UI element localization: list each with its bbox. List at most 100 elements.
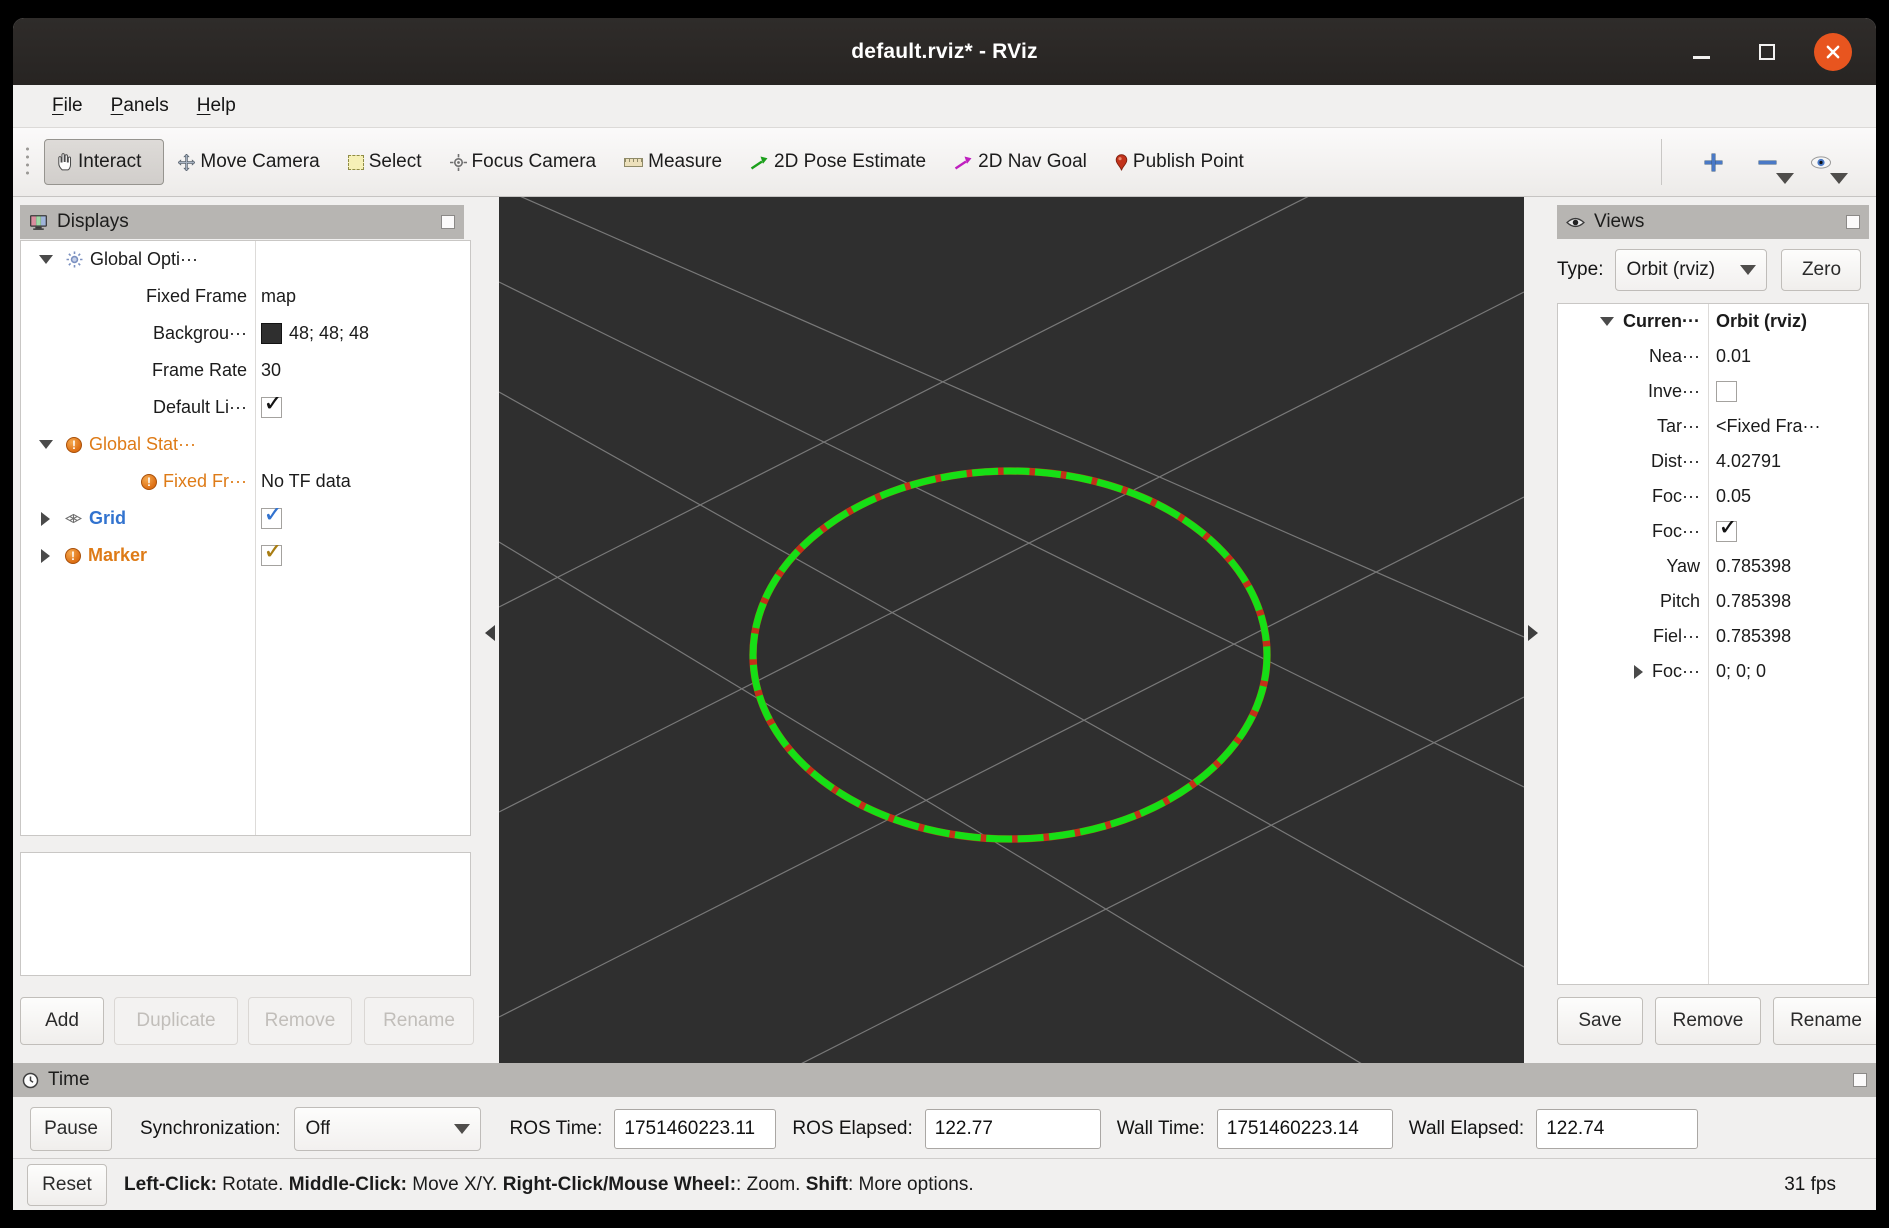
color-swatch[interactable] <box>261 323 282 344</box>
toolbar-drag-handle[interactable] <box>25 145 30 179</box>
remove-view-button[interactable]: Remove <box>1655 997 1761 1045</box>
view-row-focal-point[interactable]: Foc··· 0; 0; 0 <box>1558 654 1868 689</box>
row-label: Nea··· <box>1649 346 1700 367</box>
row-value[interactable]: 0; 0; 0 <box>1716 661 1766 682</box>
row-value[interactable]: 48; 48; 48 <box>289 323 369 344</box>
left-splitter[interactable] <box>471 197 499 1063</box>
row-value[interactable]: 0.785398 <box>1716 556 1791 577</box>
panel-float-box[interactable] <box>1846 215 1860 229</box>
view-row-current[interactable]: Curren··· Orbit (rviz) <box>1558 304 1868 339</box>
maximize-button[interactable] <box>1748 33 1786 71</box>
menu-panels[interactable]: Panels <box>100 91 180 121</box>
row-value[interactable]: 0.785398 <box>1716 626 1791 647</box>
tool-select[interactable]: Select <box>344 139 446 185</box>
collapse-arrow-icon[interactable] <box>41 512 50 526</box>
rename-button[interactable]: Rename <box>364 997 474 1045</box>
tool-2d-nav-goal[interactable]: 2D Nav Goal <box>950 139 1111 185</box>
tool-move-camera[interactable]: Move Camera <box>174 139 343 185</box>
checkbox-checked[interactable]: ✓ <box>261 397 282 418</box>
view-row-focal-shape-size[interactable]: Foc··· 0.05 <box>1558 479 1868 514</box>
add-tool-button[interactable] <box>1686 138 1740 186</box>
row-value[interactable]: 30 <box>261 360 281 381</box>
tree-row-grid[interactable]: Grid ✓ <box>21 500 470 537</box>
tree-row-marker[interactable]: ! Marker ✓ <box>21 537 470 574</box>
ros-elapsed-field[interactable] <box>925 1109 1101 1149</box>
collapse-left-icon[interactable] <box>485 625 495 641</box>
view-row-distance[interactable]: Dist··· 4.02791 <box>1558 444 1868 479</box>
view-type-value: Orbit (rviz) <box>1626 259 1718 281</box>
tool-label-publish-point: Publish Point <box>1133 151 1244 173</box>
views-panel-header[interactable]: Views <box>1557 205 1869 239</box>
checkbox-checked[interactable]: ✓ <box>261 545 282 566</box>
rename-view-button[interactable]: Rename <box>1773 997 1876 1045</box>
collapse-arrow-icon[interactable] <box>41 549 50 563</box>
expand-arrow-icon[interactable] <box>39 255 53 264</box>
chevron-down-icon <box>1776 173 1794 184</box>
marker-circle <box>753 471 1267 839</box>
row-value[interactable]: map <box>261 286 296 307</box>
row-value[interactable]: 0.01 <box>1716 346 1751 367</box>
menu-help[interactable]: Help <box>186 91 247 121</box>
remove-button[interactable]: Remove <box>248 997 352 1045</box>
view-row-near-clip[interactable]: Nea··· 0.01 <box>1558 339 1868 374</box>
tool-interact[interactable]: Interact <box>44 139 164 185</box>
view-row-field-of-view[interactable]: Fiel··· 0.785398 <box>1558 619 1868 654</box>
remove-tool-button[interactable] <box>1740 138 1794 186</box>
view-type-dropdown[interactable]: Orbit (rviz) <box>1615 249 1767 291</box>
view-row-yaw[interactable]: Yaw 0.785398 <box>1558 549 1868 584</box>
view-row-pitch[interactable]: Pitch 0.785398 <box>1558 584 1868 619</box>
close-button[interactable] <box>1814 33 1852 71</box>
view-row-invert-z[interactable]: Inve··· <box>1558 374 1868 409</box>
duplicate-button[interactable]: Duplicate <box>114 997 238 1045</box>
zero-button[interactable]: Zero <box>1781 249 1861 291</box>
pause-button[interactable]: Pause <box>30 1107 112 1151</box>
tool-visibility-button[interactable] <box>1794 138 1848 186</box>
row-value[interactable]: 0.05 <box>1716 486 1751 507</box>
collapse-right-icon[interactable] <box>1528 625 1538 641</box>
panel-float-box[interactable] <box>441 215 455 229</box>
collapse-arrow-icon[interactable] <box>1634 665 1643 679</box>
save-view-button[interactable]: Save <box>1557 997 1643 1045</box>
focus-crosshair-icon <box>450 154 467 171</box>
expand-arrow-icon[interactable] <box>39 440 53 449</box>
tree-row-global-status[interactable]: ! Global Stat··· <box>21 426 470 463</box>
wall-time-field[interactable] <box>1217 1109 1393 1149</box>
row-label: Marker <box>88 545 147 566</box>
row-value[interactable]: 0.785398 <box>1716 591 1791 612</box>
wall-elapsed-field[interactable] <box>1536 1109 1698 1149</box>
minimize-button[interactable] <box>1682 33 1720 71</box>
reset-button[interactable]: Reset <box>27 1164 107 1206</box>
displays-buttons: Add Duplicate Remove Rename <box>20 997 464 1045</box>
checkbox-checked[interactable]: ✓ <box>1716 521 1737 542</box>
displays-panel-header[interactable]: Displays <box>20 205 464 239</box>
tree-row-fixed-frame-status[interactable]: ! Fixed Fr··· No TF data <box>21 463 470 500</box>
row-value: No TF data <box>261 471 351 492</box>
minus-icon <box>1759 154 1776 171</box>
titlebar[interactable]: default.rviz* - RViz <box>13 18 1876 85</box>
checkbox-unchecked[interactable] <box>1716 381 1737 402</box>
right-splitter[interactable] <box>1524 197 1550 1063</box>
tree-row-frame-rate[interactable]: Frame Rate 30 <box>21 352 470 389</box>
panel-float-box[interactable] <box>1853 1073 1867 1087</box>
sync-dropdown[interactable]: Off <box>294 1107 481 1151</box>
tool-measure[interactable]: Measure <box>620 139 746 185</box>
tool-publish-point[interactable]: Publish Point <box>1111 139 1268 185</box>
menu-file[interactable]: File <box>41 91 94 121</box>
3d-scene <box>499 197 1524 1063</box>
checkbox-checked[interactable]: ✓ <box>261 508 282 529</box>
ros-time-field[interactable] <box>614 1109 776 1149</box>
tool-focus-camera[interactable]: Focus Camera <box>446 139 621 185</box>
row-value[interactable]: <Fixed Fra··· <box>1716 416 1821 437</box>
row-value[interactable]: 4.02791 <box>1716 451 1781 472</box>
add-button[interactable]: Add <box>20 997 104 1045</box>
view-row-target-frame[interactable]: Tar··· <Fixed Fra··· <box>1558 409 1868 444</box>
3d-viewport[interactable] <box>499 197 1524 1063</box>
time-panel-header[interactable]: Time <box>13 1063 1876 1097</box>
tool-2d-pose-estimate[interactable]: 2D Pose Estimate <box>746 139 950 185</box>
tree-row-global-options[interactable]: Global Opti··· <box>21 241 470 278</box>
tree-row-background-color[interactable]: Backgrou··· 48; 48; 48 <box>21 315 470 352</box>
tree-row-fixed-frame[interactable]: Fixed Frame map <box>21 278 470 315</box>
view-row-focal-shape-fixed[interactable]: Foc··· ✓ <box>1558 514 1868 549</box>
tree-row-default-light[interactable]: Default Li··· ✓ <box>21 389 470 426</box>
expand-arrow-icon[interactable] <box>1600 317 1614 326</box>
